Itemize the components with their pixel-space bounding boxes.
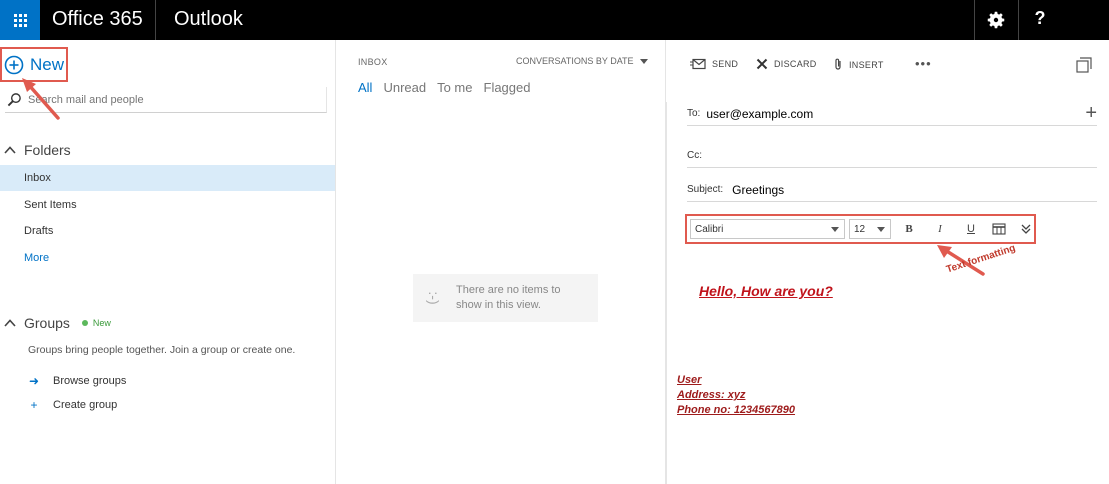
paperclip-icon <box>835 58 841 70</box>
folder-item-inbox[interactable]: Inbox <box>0 165 335 191</box>
discard-label: DISCARD <box>774 59 817 69</box>
font-size-value: 12 <box>854 223 866 235</box>
help-icon[interactable]: ? <box>1030 8 1050 29</box>
popout-icon[interactable] <box>1076 57 1092 73</box>
cc-label: Cc: <box>687 150 702 161</box>
plus-circle-icon <box>4 55 24 74</box>
message-body-greeting[interactable]: Hello, How are you? <box>699 283 833 299</box>
app-launcher-icon[interactable] <box>0 0 40 40</box>
folders-heading[interactable]: Folders <box>4 142 71 158</box>
add-recipient-icon[interactable]: + <box>1085 102 1097 124</box>
chevron-up-icon <box>4 319 16 327</box>
gear-icon[interactable] <box>985 9 1007 31</box>
table-icon[interactable] <box>991 221 1007 237</box>
groups-new-badge: New <box>92 318 111 328</box>
subject-value[interactable]: Greetings <box>732 183 784 197</box>
new-button-label: New <box>30 54 65 74</box>
to-label: To: <box>687 108 701 119</box>
folders-heading-label: Folders <box>24 142 71 158</box>
annotation-arrow-icon <box>22 78 60 120</box>
font-family-value: Calibri <box>695 223 724 235</box>
create-group-link[interactable]: + Create group <box>28 398 117 412</box>
signature-line[interactable]: Phone no: 1234567890 <box>677 404 795 416</box>
send-label: SEND <box>712 59 739 69</box>
plus-icon: + <box>30 398 38 412</box>
subject-label: Subject: <box>687 184 724 195</box>
folder-title: INBOX <box>358 57 388 67</box>
folder-item-sent-items[interactable]: Sent Items <box>0 192 335 218</box>
underline-button[interactable]: U <box>963 221 979 237</box>
signature-line[interactable]: User <box>677 374 701 386</box>
font-size-select[interactable]: 12 <box>849 219 891 239</box>
font-family-select[interactable]: Calibri <box>690 219 845 239</box>
new-dot-icon <box>81 320 88 326</box>
sort-dropdown[interactable]: CONVERSATIONS BY DATE <box>516 56 648 66</box>
chevron-up-icon <box>4 146 16 154</box>
sort-label: CONVERSATIONS BY DATE <box>516 56 634 66</box>
filter-all[interactable]: All <box>358 80 372 95</box>
groups-heading-label: Groups <box>24 315 70 331</box>
signature-line[interactable]: Address: xyz <box>677 389 745 401</box>
folder-item-more[interactable]: More <box>0 245 335 271</box>
create-group-label: Create group <box>53 399 118 411</box>
cc-field[interactable]: Cc: <box>687 144 1097 168</box>
message-list-pane: INBOX CONVERSATIONS BY DATE All Unread T… <box>336 40 666 484</box>
browse-groups-link[interactable]: ➜ Browse groups <box>28 374 126 388</box>
bold-button[interactable]: B <box>901 221 917 237</box>
italic-button[interactable]: I <box>932 221 948 237</box>
app-title[interactable]: Outlook <box>174 8 243 31</box>
insert-label: INSERT <box>849 59 884 70</box>
filter-unread[interactable]: Unread <box>383 80 426 95</box>
formatting-toolbar: Calibri 12 B I U <box>685 214 1036 244</box>
filter-tabs: All Unread To me Flagged <box>358 80 541 95</box>
folder-item-drafts[interactable]: Drafts <box>0 218 335 244</box>
top-bar: Office 365 Outlook ? <box>0 0 1109 40</box>
close-icon <box>756 58 768 70</box>
discard-button[interactable]: DISCARD <box>756 58 817 70</box>
groups-description: Groups bring people together. Join a gro… <box>28 344 296 356</box>
filter-flagged[interactable]: Flagged <box>484 80 531 95</box>
to-value[interactable]: user@example.com <box>706 107 813 121</box>
to-field[interactable]: To: user@example.com + <box>687 102 1097 126</box>
chevron-double-down-icon[interactable] <box>1018 221 1034 237</box>
arrow-right-icon: ➜ <box>28 374 40 388</box>
caret-down-icon <box>639 58 648 64</box>
smiley-icon: :-) <box>426 291 442 305</box>
divider <box>974 0 975 40</box>
insert-button[interactable]: INSERT <box>833 58 884 71</box>
compose-pane: SEND DISCARD INSERT ••• To: user@example… <box>666 40 1109 484</box>
browse-groups-label: Browse groups <box>53 375 127 387</box>
brand-title[interactable]: Office 365 <box>52 8 143 31</box>
filter-to-me[interactable]: To me <box>437 80 472 95</box>
caret-down-icon <box>831 227 839 232</box>
groups-heading[interactable]: Groups New <box>4 315 111 331</box>
send-button[interactable]: SEND <box>690 58 738 70</box>
divider <box>1018 0 1019 40</box>
send-icon <box>690 58 706 70</box>
compose-form: To: user@example.com + Cc: Subject: Gree… <box>666 102 1109 484</box>
subject-field[interactable]: Subject: Greetings <box>687 178 1097 202</box>
empty-state: :-) There are no items to show in this v… <box>413 274 598 322</box>
empty-state-text: There are no items to show in this view. <box>456 284 561 311</box>
more-options-button[interactable]: ••• <box>915 56 932 71</box>
search-input[interactable] <box>28 93 318 106</box>
divider <box>155 0 156 40</box>
caret-down-icon <box>877 227 885 232</box>
